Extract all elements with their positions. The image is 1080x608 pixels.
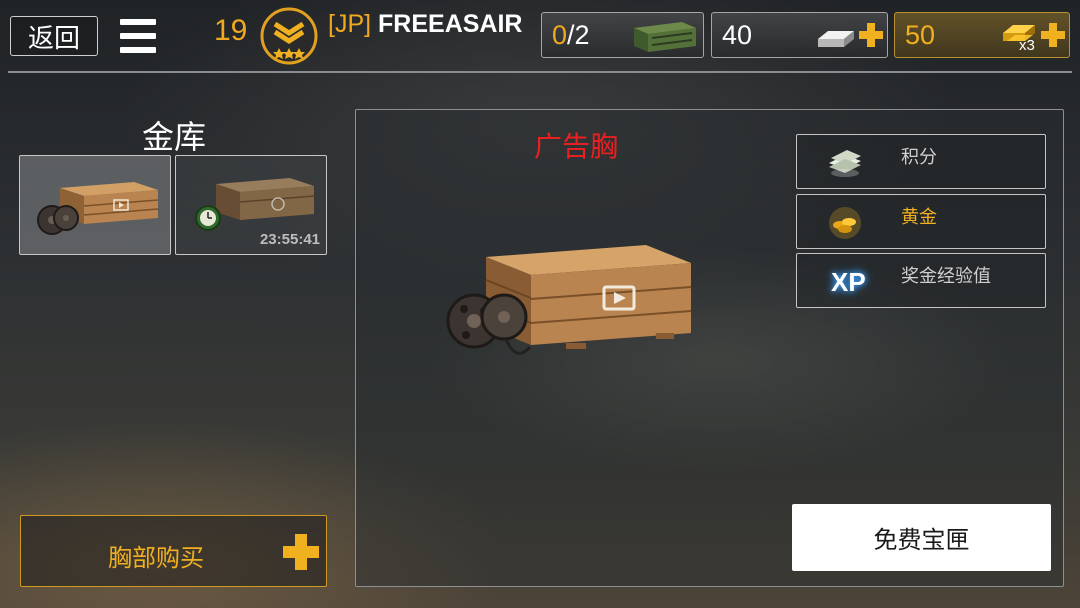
gold-coins-icon: [829, 207, 861, 239]
clan-tag: [JP]: [328, 10, 372, 38]
ad-chest-large-icon: [446, 245, 692, 355]
buy-chest-button[interactable]: 胸部购买: [20, 515, 327, 587]
buy-chest-label: 胸部购买: [108, 544, 204, 572]
top-bar: 返回 19 [JP] FREEASAIR 0/2 40 50 x3: [0, 0, 1080, 72]
vault-slot-timed-chest[interactable]: 23:55:41: [175, 155, 327, 255]
ad-chest-icon: [37, 182, 159, 235]
add-silver-icon[interactable]: [859, 23, 883, 47]
reward-xp: XP 奖金经验值: [796, 253, 1046, 308]
reward-label-xp: 奖金经验值: [901, 266, 991, 287]
player-name-text: FREEASAIR: [378, 10, 523, 38]
silver-amount: 40: [722, 20, 753, 50]
plus-icon: [283, 534, 319, 570]
open-free-chest-button[interactable]: 免费宝匣: [792, 504, 1051, 571]
silver-counter[interactable]: 40: [711, 12, 888, 58]
chest-counter[interactable]: 0/2: [541, 12, 704, 58]
cash-icon: [829, 150, 861, 177]
gold-counter[interactable]: 50 x3: [894, 12, 1070, 58]
timed-chest-icon: [195, 178, 315, 231]
reward-label-gold: 黄金: [901, 207, 937, 228]
player-level: 19: [214, 14, 248, 47]
player-name: [JP] FREEASAIR: [328, 10, 523, 39]
chest-timer: 23:55:41: [259, 231, 320, 248]
xp-icon: XP: [831, 267, 866, 297]
chest-count-max: /2: [567, 20, 590, 50]
ammo-crate-icon: [634, 22, 696, 52]
vault-title: 金库: [141, 118, 206, 156]
chest-count-current: 0: [552, 20, 568, 50]
add-gold-icon[interactable]: [1041, 23, 1065, 47]
reward-gold: 黄金: [796, 194, 1046, 249]
menu-icon[interactable]: [120, 19, 156, 53]
reward-credits: 积分: [796, 134, 1046, 189]
gold-amount: 50: [905, 20, 936, 50]
header-divider: [8, 71, 1072, 73]
back-button[interactable]: 返回: [10, 16, 98, 56]
chest-detail-panel: 广告胸 积分 黄金 XP 奖金经验值 免费宝匣: [355, 109, 1064, 587]
vault-slot-ad-chest[interactable]: [19, 155, 171, 255]
silver-bar-icon: [818, 31, 854, 47]
chest-name: 广告胸: [533, 130, 618, 163]
gold-multiplier: x3: [1019, 37, 1035, 54]
rank-insignia-icon: [260, 7, 318, 65]
reward-label-credits: 积分: [901, 147, 937, 168]
